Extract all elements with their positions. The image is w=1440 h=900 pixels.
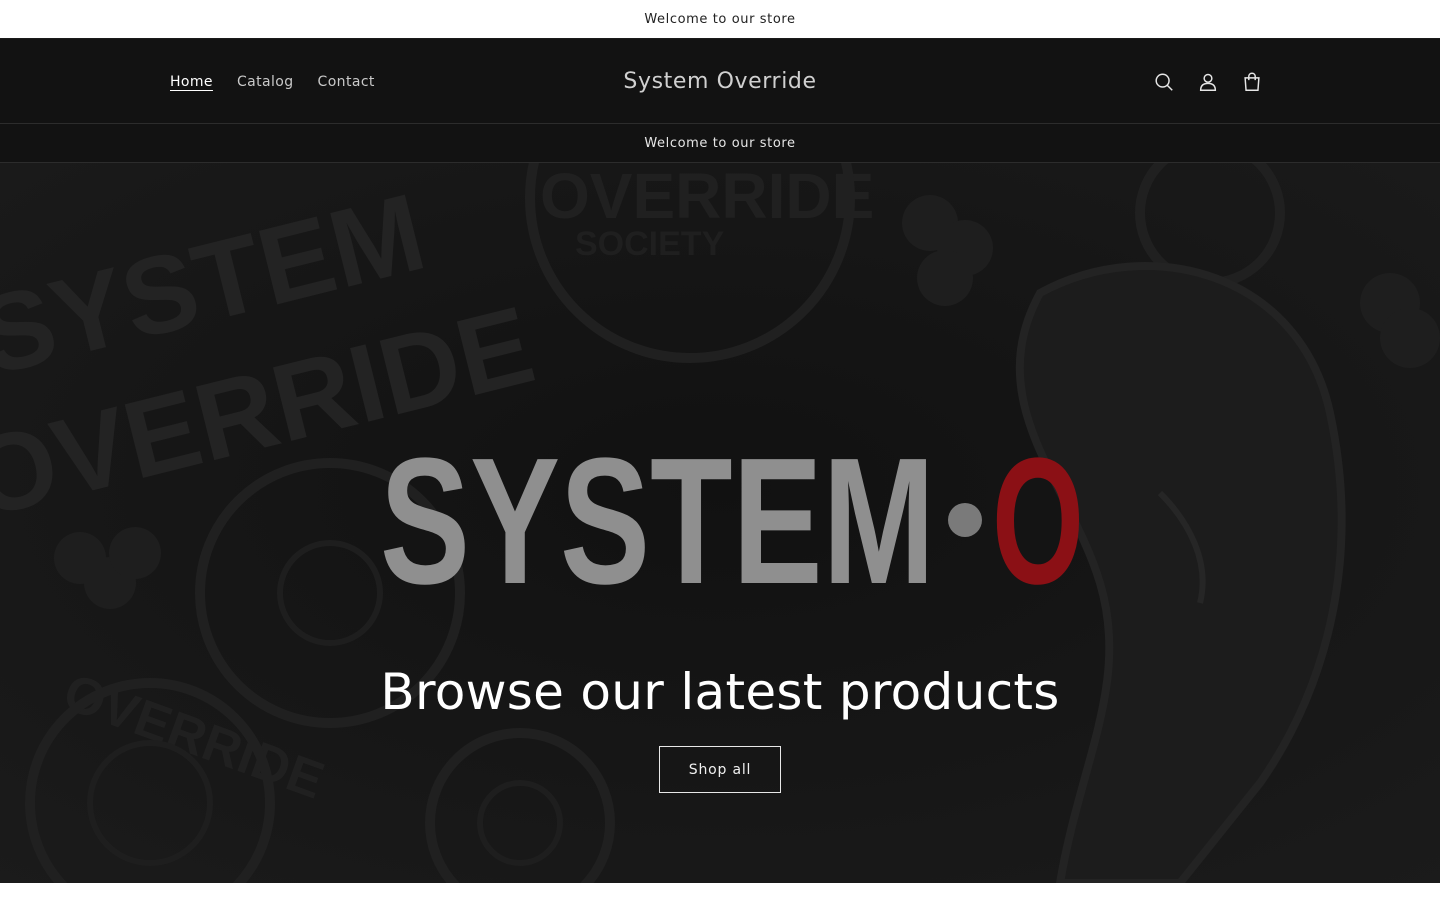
top-announcement-bar: Welcome to our store: [0, 0, 1440, 39]
announcement-text: Welcome to our store: [644, 11, 796, 27]
search-icon[interactable]: [1152, 70, 1176, 94]
shop-all-button[interactable]: Shop all: [659, 746, 781, 793]
nav-link-home[interactable]: Home: [170, 74, 213, 90]
account-icon[interactable]: [1196, 70, 1220, 94]
cart-icon[interactable]: [1240, 70, 1264, 94]
page-bottom-strip: [0, 883, 1440, 900]
system-o-logo: SYSTEM O: [380, 443, 1084, 593]
logo-letter-o: O: [992, 443, 1084, 593]
site-header: Home Catalog Contact System Override: [0, 39, 1440, 124]
hero-heading: Browse our latest products: [380, 663, 1060, 721]
nav-link-contact[interactable]: Contact: [318, 74, 375, 90]
logo-word-system: SYSTEM: [380, 443, 935, 593]
hero-content: SYSTEM O Browse our latest products Shop…: [0, 163, 1440, 883]
sub-announcement-bar: Welcome to our store: [0, 124, 1440, 163]
store-name-link[interactable]: System Override: [623, 69, 816, 94]
header-icons: [1152, 39, 1264, 124]
sub-announcement-text: Welcome to our store: [644, 135, 796, 151]
hero-banner: SYSTEM OVERRIDE OVERRIDE SOCIETY OVERRID…: [0, 163, 1440, 883]
nav-link-catalog[interactable]: Catalog: [237, 74, 294, 90]
main-nav: Home Catalog Contact: [170, 39, 375, 124]
logo-dot: [948, 503, 982, 537]
